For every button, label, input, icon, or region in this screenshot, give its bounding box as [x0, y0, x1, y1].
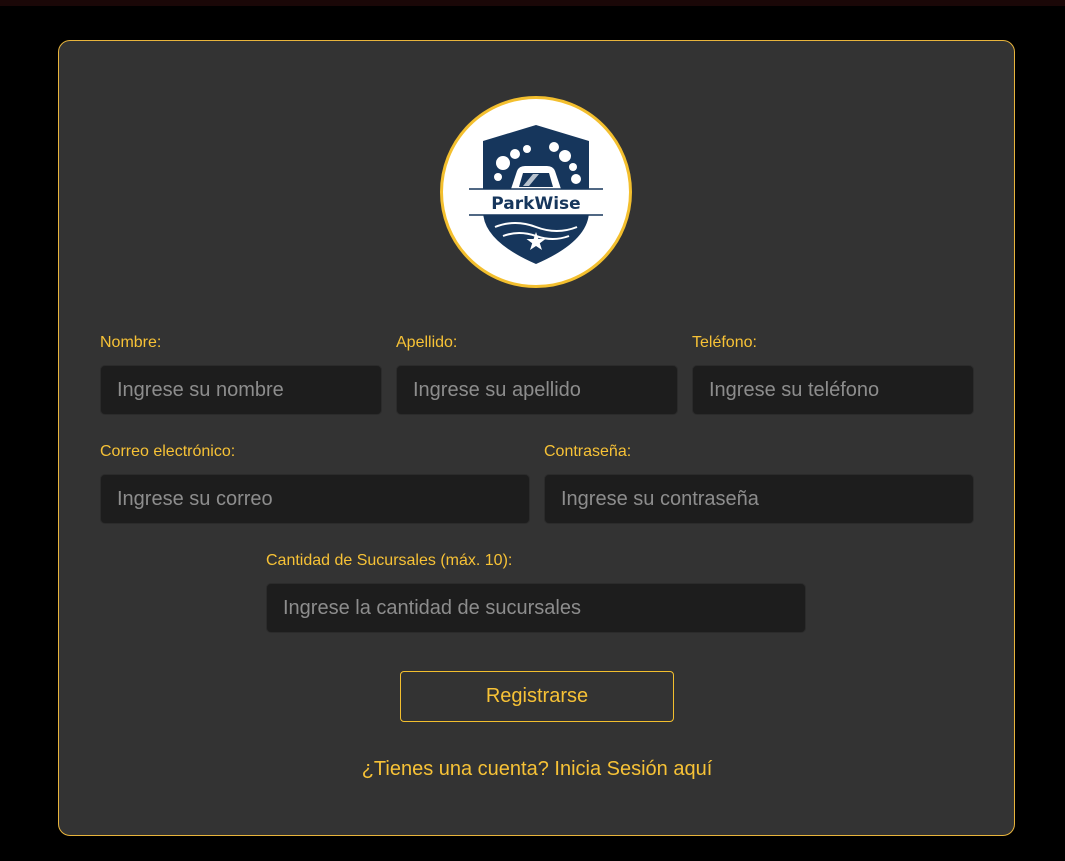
telefono-input[interactable] [692, 365, 974, 415]
car-shield-logo-icon: ParkWise [467, 125, 605, 264]
login-link[interactable]: ¿Tienes una cuenta? Inicia Sesión aquí [300, 757, 774, 781]
parkwise-logo: ParkWise [440, 96, 632, 288]
apellido-label: Apellido: [396, 334, 458, 351]
correo-input[interactable] [100, 474, 530, 524]
sucursales-label: Cantidad de Sucursales (máx. 10): [266, 552, 513, 569]
logo-brand-text: ParkWise [491, 194, 580, 214]
contrasena-label: Contraseña: [544, 443, 632, 460]
sucursales-input[interactable] [266, 583, 806, 633]
nombre-input[interactable] [100, 365, 382, 415]
window-top-edge [0, 0, 1065, 6]
nombre-label: Nombre: [100, 334, 162, 351]
telefono-label: Teléfono: [692, 334, 757, 351]
apellido-input[interactable] [396, 365, 678, 415]
correo-label: Correo electrónico: [100, 443, 236, 460]
register-button[interactable]: Registrarse [400, 671, 674, 722]
contrasena-input[interactable] [544, 474, 974, 524]
